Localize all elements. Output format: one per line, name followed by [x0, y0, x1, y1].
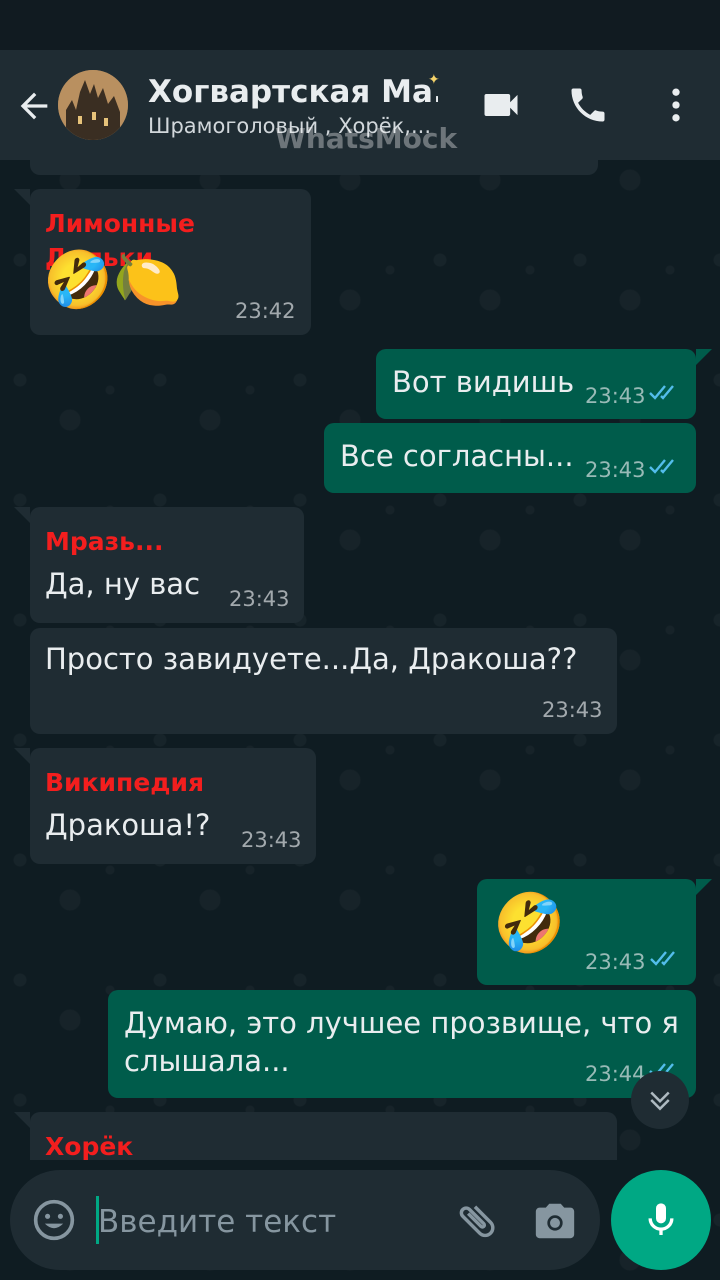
watermark: WhatsMock: [275, 122, 458, 155]
more-vert-icon[interactable]: [654, 83, 698, 127]
message-time: 23:43: [229, 587, 290, 611]
message-bubble-incoming[interactable]: Хорёк: [30, 1112, 617, 1161]
attach-icon[interactable]: [454, 1198, 500, 1244]
message-sender[interactable]: Википедия: [45, 766, 204, 800]
message-bubble-incoming[interactable]: Мразь... Да, ну вас 23:43: [30, 507, 304, 623]
message-bubble-outgoing[interactable]: Все согласны... 23:43: [324, 423, 696, 493]
chat-title[interactable]: Хогвартская Ма...: [148, 74, 438, 110]
message-bubble-incoming[interactable]: Лимонные Дольки 🤣🍋 23:42: [30, 189, 311, 335]
camera-icon[interactable]: [532, 1198, 578, 1244]
phone-icon[interactable]: [566, 83, 610, 127]
message-time: 23:42: [235, 299, 296, 323]
scroll-to-bottom-button[interactable]: [631, 1071, 689, 1129]
message-text: Да, ну вас: [45, 567, 201, 601]
mic-button[interactable]: [611, 1170, 711, 1270]
emoji-message: 🤣🍋: [43, 248, 183, 313]
message-bubble-partial[interactable]: [30, 155, 598, 175]
status-bar: [0, 0, 720, 50]
message-input[interactable]: Введите текст: [98, 1204, 336, 1240]
double-check-read-icon: [649, 385, 674, 400]
video-call-icon[interactable]: [479, 83, 523, 127]
message-text: Дракоша!?: [45, 808, 211, 842]
sparkle-icon: ✦: [428, 72, 440, 88]
back-arrow-icon[interactable]: [14, 86, 54, 126]
message-bubble-outgoing[interactable]: Думаю, это лучшее прозвище, что я слышал…: [108, 990, 696, 1098]
bubble-tail: [14, 748, 30, 764]
double-chevron-down-icon: [650, 1091, 670, 1111]
emoji-icon[interactable]: [32, 1198, 76, 1242]
message-text-line2: слышала...: [124, 1044, 290, 1078]
bubble-tail: [696, 879, 712, 895]
mic-icon: [648, 1203, 674, 1235]
message-text-line1: Думаю, это лучшее прозвище, что я: [124, 1006, 679, 1040]
message-bubble-incoming[interactable]: Википедия Дракоша!? 23:43: [30, 748, 316, 864]
message-time: 23:43: [542, 698, 603, 722]
emoji-message: 🤣: [493, 889, 566, 957]
message-bubble-incoming[interactable]: Просто завидуете...Да, Дракоша?? 23:43: [30, 628, 617, 734]
message-sender[interactable]: Хорёк: [45, 1130, 133, 1164]
message-bubble-outgoing[interactable]: 🤣 23:43: [477, 879, 696, 985]
message-bubble-outgoing[interactable]: Вот видишь 23:43: [376, 349, 696, 419]
bubble-tail: [14, 507, 30, 523]
message-time: 23:43: [241, 828, 302, 852]
group-avatar[interactable]: [58, 70, 128, 140]
message-text: Все согласны...: [340, 439, 574, 473]
double-check-read-icon: [649, 459, 674, 474]
message-sender[interactable]: Мразь...: [45, 525, 163, 559]
message-input-bar[interactable]: Введите текст: [10, 1170, 600, 1270]
bubble-tail: [696, 349, 712, 365]
message-time: 23:43: [585, 458, 646, 482]
message-time: 23:43: [585, 384, 646, 408]
message-time: 23:43: [585, 950, 646, 974]
message-text: Вот видишь: [392, 365, 575, 399]
bubble-tail: [14, 189, 30, 205]
double-check-read-icon: [650, 951, 675, 966]
bubble-tail: [14, 1112, 30, 1128]
message-text: Просто завидуете...Да, Дракоша??: [45, 642, 578, 676]
